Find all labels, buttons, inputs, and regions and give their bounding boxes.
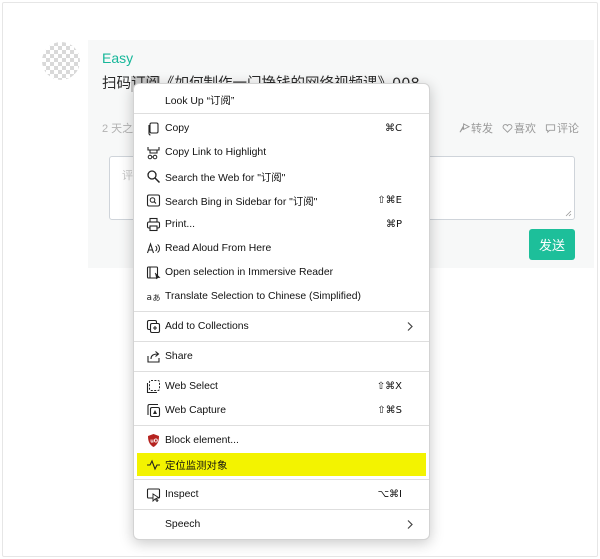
menu-item-speech[interactable]: Speech xyxy=(137,513,426,536)
post-title-before: 扫码 xyxy=(102,76,131,92)
post-actions: 转发 喜欢 评论 xyxy=(459,120,579,136)
menu-item-read-aloud[interactable]: Read Aloud From Here xyxy=(137,237,426,260)
menu-item-share[interactable]: Share xyxy=(137,345,426,368)
print-icon xyxy=(146,217,161,232)
menu-item-immersive-reader[interactable]: Open selection in Immersive Reader xyxy=(137,261,426,284)
menu-item-translate[interactable]: aあ Translate Selection to Chinese (Simpl… xyxy=(137,285,426,308)
menu-item-print[interactable]: Print... ⌘P xyxy=(137,213,426,236)
menu-label: Inspect xyxy=(165,489,199,500)
menu-item-locate-monitor-target[interactable]: 定位监测对象 xyxy=(137,453,426,476)
menu-shortcut: ⇧⌘X xyxy=(376,381,402,392)
menu-item-block-element[interactable]: uO Block element... xyxy=(137,429,426,452)
menu-item-web-select[interactable]: Web Select ⇧⌘X xyxy=(137,375,426,398)
menu-label: Open selection in Immersive Reader xyxy=(165,267,334,278)
svg-text:uO: uO xyxy=(150,439,158,445)
comment-placeholder: 评 xyxy=(122,170,133,182)
menu-label: Web Capture xyxy=(165,405,227,416)
menu-separator xyxy=(134,425,429,426)
comment-action[interactable]: 评论 xyxy=(545,120,579,136)
translate-icon: aあ xyxy=(146,289,161,304)
read-aloud-icon xyxy=(146,241,161,256)
chevron-right-icon xyxy=(407,322,413,331)
menu-separator xyxy=(134,479,429,480)
post-username[interactable]: Easy xyxy=(102,50,133,66)
like-action[interactable]: 喜欢 xyxy=(502,120,536,136)
menu-separator xyxy=(134,341,429,342)
pulse-icon xyxy=(146,457,161,472)
menu-label: Search Bing in Sidebar for "订阅" xyxy=(165,197,318,208)
menu-shortcut: ⌥⌘I xyxy=(377,489,402,500)
menu-label: Print... xyxy=(165,219,196,230)
menu-label: Translate Selection to Chinese (Simplifi… xyxy=(165,291,361,302)
ublock-shield-icon: uO xyxy=(146,433,161,448)
send-button[interactable]: 发送 xyxy=(529,229,575,260)
post-time: 2 天之 xyxy=(102,123,134,135)
menu-label: Copy xyxy=(165,123,190,134)
menu-label: Search the Web for "订阅" xyxy=(165,173,286,184)
chevron-right-icon xyxy=(407,520,413,529)
link-highlight-icon xyxy=(146,145,161,160)
share-label: 转发 xyxy=(471,123,493,135)
share-icon xyxy=(146,349,161,364)
like-label: 喜欢 xyxy=(514,123,536,135)
menu-item-copy-link[interactable]: Copy Link to Highlight xyxy=(137,141,426,164)
comment-icon xyxy=(545,123,556,133)
resize-grip-icon[interactable] xyxy=(565,210,572,217)
search-icon xyxy=(146,169,161,184)
menu-shortcut: ⌘P xyxy=(385,219,402,230)
web-select-icon xyxy=(146,379,161,394)
sidebar-search-icon xyxy=(146,193,161,208)
menu-item-search-web[interactable]: Search the Web for "订阅" xyxy=(137,165,426,188)
copy-icon xyxy=(146,121,161,136)
menu-item-search-bing[interactable]: Search Bing in Sidebar for "订阅" ⇧⌘E xyxy=(137,189,426,212)
menu-item-inspect[interactable]: Inspect ⌥⌘I xyxy=(137,483,426,506)
menu-label: Copy Link to Highlight xyxy=(165,147,267,158)
menu-label: Add to Collections xyxy=(165,321,249,332)
comment-label: 评论 xyxy=(557,123,579,135)
svg-text:あ: あ xyxy=(153,294,161,303)
menu-label: Block element... xyxy=(165,435,239,446)
menu-separator xyxy=(134,113,429,114)
menu-shortcut: ⌘C xyxy=(385,123,402,134)
menu-label: Share xyxy=(165,351,193,362)
menu-label: Read Aloud From Here xyxy=(165,243,272,254)
menu-item-look-up[interactable]: Look Up “订阅” xyxy=(137,88,426,111)
menu-item-add-to-collections[interactable]: Add to Collections xyxy=(137,315,426,338)
menu-item-web-capture[interactable]: Web Capture ⇧⌘S xyxy=(137,399,426,422)
menu-shortcut: ⇧⌘E xyxy=(377,195,402,206)
menu-item-copy[interactable]: Copy ⌘C xyxy=(137,117,426,140)
inspect-icon xyxy=(146,487,161,503)
heart-icon xyxy=(502,123,513,133)
collections-icon xyxy=(146,319,161,334)
context-menu: Look Up “订阅” Copy ⌘C Copy Link to Highli… xyxy=(133,83,430,540)
share-icon xyxy=(459,122,470,132)
svg-text:a: a xyxy=(147,293,153,303)
menu-separator xyxy=(134,311,429,312)
menu-separator xyxy=(134,371,429,372)
menu-label: Look Up “订阅” xyxy=(165,96,235,107)
menu-label: Web Select xyxy=(165,381,218,392)
immersive-reader-icon xyxy=(146,265,161,280)
menu-shortcut: ⇧⌘S xyxy=(377,405,402,416)
share-action[interactable]: 转发 xyxy=(459,120,493,136)
menu-separator xyxy=(134,509,429,510)
avatar[interactable] xyxy=(42,42,80,80)
web-capture-icon xyxy=(146,403,161,418)
menu-label: Speech xyxy=(165,519,201,530)
menu-label: 定位监测对象 xyxy=(165,461,228,472)
